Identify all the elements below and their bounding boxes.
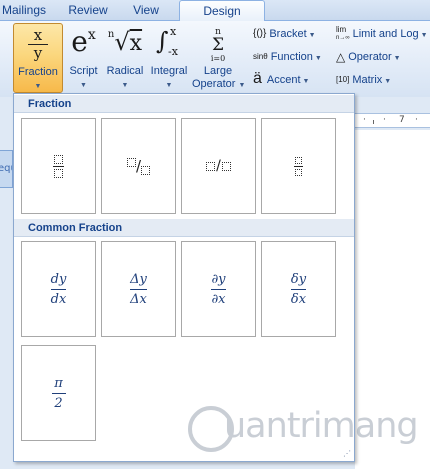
chevron-down-icon: ▼ — [34, 83, 42, 90]
chevron-down-icon: ▼ — [384, 78, 392, 85]
horizontal-ruler: · · 7 · — [355, 113, 430, 128]
fraction-label: Fraction — [18, 66, 58, 78]
bracket-icon: {()} — [253, 28, 267, 39]
fraction-button[interactable]: x y Fraction ▼ — [13, 23, 63, 93]
watermark-logo: uantrimang — [188, 402, 419, 458]
integral-button[interactable]: ∫ x -x Integral ▼ — [146, 23, 192, 93]
stacked-fraction-option[interactable] — [21, 118, 96, 214]
section-header-common-fraction: Common Fraction — [14, 219, 354, 237]
matrix-button[interactable]: [10] Matrix ▼ — [336, 71, 391, 89]
skewed-fraction-option[interactable]: / — [101, 118, 176, 214]
tab-view[interactable]: View — [126, 2, 166, 21]
placeholder-box — [54, 154, 63, 164]
operator-button[interactable]: △ Operator ▼ — [336, 48, 401, 66]
fraction-delta-y-delta-x[interactable]: Δy Δx — [101, 241, 176, 337]
fraction-icon: x y — [14, 27, 62, 63]
chevron-down-icon: ▼ — [80, 82, 87, 89]
tab-design[interactable]: Design — [179, 0, 265, 22]
ribbon-structures-group: x y Fraction ▼ ex Script ▼ n√x Radical ▼… — [0, 21, 430, 97]
integral-icon: ∫ x -x — [156, 25, 178, 58]
limit-icon: lim n→∞ — [336, 25, 350, 42]
ruler-mark: 7 — [399, 115, 405, 125]
function-icon: sinθ — [253, 52, 268, 61]
chevron-down-icon: ▼ — [121, 82, 129, 89]
placeholder-box — [221, 161, 231, 171]
bracket-button[interactable]: {()} Bracket ▼ — [253, 25, 316, 43]
placeholder-box — [126, 158, 136, 167]
function-button[interactable]: sinθ Function ▼ — [253, 48, 322, 66]
placeholder-box — [295, 168, 302, 176]
chevron-down-icon: ▼ — [308, 32, 316, 39]
matrix-icon: [10] — [336, 75, 350, 84]
fraction-partial-y-partial-x[interactable]: ∂y ∂x — [181, 241, 256, 337]
ribbon-tab-bar: Mailings Review View Design — [0, 0, 430, 22]
large-operator-button[interactable]: n Σ i=0 Large Operator ▼ — [192, 23, 246, 93]
chevron-down-icon: ▼ — [393, 55, 401, 62]
placeholder-box — [141, 166, 151, 175]
script-icon: ex — [71, 25, 96, 58]
linear-fraction-option[interactable]: / — [181, 118, 256, 214]
large-operator-icon: n Σ i=0 — [210, 27, 226, 64]
tab-review[interactable]: Review — [66, 2, 110, 21]
large-operator-label-1: Large — [203, 65, 233, 77]
chevron-down-icon: ▼ — [165, 82, 173, 89]
integral-label: Integral — [150, 65, 188, 77]
equation-placeholder[interactable]: equ — [0, 150, 13, 188]
placeholder-box — [206, 161, 216, 171]
fraction-small-delta-y-delta-x[interactable]: δy δx — [261, 241, 336, 337]
radical-icon: n√x — [107, 28, 143, 56]
accent-icon: ä — [253, 70, 262, 87]
operator-icon: △ — [336, 50, 346, 64]
accent-button[interactable]: ä Accent ▼ — [253, 71, 309, 89]
watermark-text: uantrimang — [224, 406, 419, 446]
fraction-dy-dx[interactable]: dy dx — [21, 241, 96, 337]
radical-label: Radical — [106, 65, 144, 77]
chevron-down-icon: ▼ — [302, 78, 310, 85]
script-button[interactable]: ex Script ▼ — [63, 23, 104, 93]
chevron-down-icon: ▼ — [314, 55, 322, 62]
tab-mailings[interactable]: Mailings — [0, 2, 58, 21]
radical-button[interactable]: n√x Radical ▼ — [104, 23, 146, 93]
placeholder-box — [295, 156, 302, 164]
section-header-fraction: Fraction — [14, 95, 354, 113]
large-operator-label-2: Operator ▼ — [192, 78, 246, 90]
script-label: Script — [69, 65, 98, 77]
small-fraction-option[interactable] — [261, 118, 336, 214]
placeholder-box — [54, 168, 63, 178]
fraction-pi-over-2[interactable]: π2 — [21, 345, 96, 441]
chevron-down-icon: ▼ — [420, 32, 428, 39]
limit-and-log-button[interactable]: lim n→∞ Limit and Log ▼ — [336, 25, 428, 43]
